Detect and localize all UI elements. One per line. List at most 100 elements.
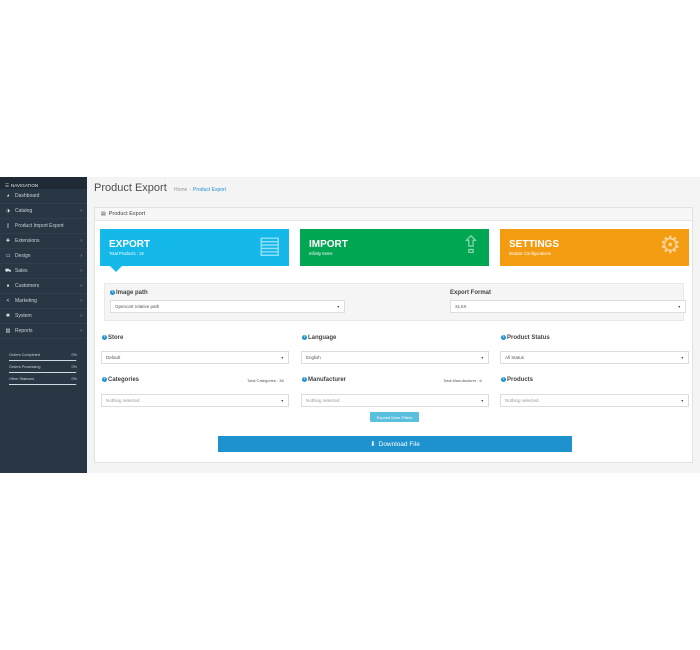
dashboard-icon: ◕: [6, 193, 10, 199]
chevron-right-icon: ›: [80, 313, 82, 319]
product-status-label: ? Product Status: [501, 335, 550, 342]
export-format-select[interactable]: XLSX ▼: [450, 300, 686, 313]
help-icon: ?: [102, 377, 107, 382]
chevron-right-icon: ›: [80, 268, 82, 274]
stat-orders-processing: Orders Processing 0%: [7, 364, 79, 374]
main-content: Product Export Home › Product Export ▤ Pro…: [87, 177, 700, 473]
stat-orders-completed: Orders Completed 0%: [7, 352, 79, 362]
caret-down-icon: ▼: [336, 304, 340, 309]
order-stats: Orders Completed 0% Orders Processing 0%…: [7, 352, 79, 388]
caret-down-icon: ▼: [680, 398, 684, 403]
share-icon: <: [6, 298, 10, 304]
stat-other-statuses: Other Statuses 0%: [7, 376, 79, 386]
nav-heading: NAVIGATION: [11, 182, 39, 188]
store-select[interactable]: Default ▼: [101, 351, 289, 364]
path-format-well: ? Image path Opencart relative path ▼ Expo…: [104, 283, 686, 321]
image-path-label: ? Image path: [110, 290, 148, 297]
app-frame: ☰ NAVIGATION ◕ Dashboard ⬗ Catalog › ▯ P…: [0, 177, 700, 473]
sidebar-item-system[interactable]: ✱ System ›: [0, 309, 87, 324]
download-file-button[interactable]: ⬇ Download File: [218, 436, 572, 452]
help-icon: ?: [302, 377, 307, 382]
sidebar-item-label: Marketing: [15, 298, 37, 304]
categories-select[interactable]: Nothing selected ▼: [101, 394, 289, 407]
document-icon: ▤: [258, 232, 281, 259]
sidebar-item-catalog[interactable]: ⬗ Catalog ›: [0, 204, 87, 219]
export-format-label: Export Format: [450, 290, 492, 296]
help-icon: ?: [501, 377, 506, 382]
categories-label: ? Categories: [102, 377, 140, 384]
sidebar-item-label: Dashboard: [15, 193, 40, 199]
list-icon: ▤: [101, 211, 106, 217]
sidebar: ☰ NAVIGATION ◕ Dashboard ⬗ Catalog › ▯ P…: [0, 177, 87, 473]
progress-fill: [9, 371, 76, 373]
categories-count: Total Categories : 38: [247, 378, 284, 383]
download-icon: ⬇: [370, 441, 376, 448]
product-status-select[interactable]: All Status ▼: [500, 351, 689, 364]
file-icon: ▯: [6, 223, 10, 229]
tile-settings[interactable]: SETTINGS Module Configurations ⚙: [500, 229, 689, 266]
store-label: ? Store: [102, 335, 124, 342]
breadcrumb-separator: ›: [189, 187, 192, 193]
sidebar-item-label: Reports: [15, 328, 33, 334]
chevron-right-icon: ›: [80, 283, 82, 289]
image-path-select[interactable]: Opencart relative path ▼: [110, 300, 345, 313]
cogs-icon: ⚙: [659, 232, 681, 259]
caret-down-icon: ▼: [280, 398, 284, 403]
cog-icon: ✱: [5, 313, 11, 319]
sidebar-item-label: Design: [15, 253, 31, 259]
manufacturer-select[interactable]: Nothing selected ▼: [301, 394, 489, 407]
caret-down-icon: ▼: [677, 304, 681, 309]
tile-title: EXPORT: [109, 239, 151, 250]
breadcrumb-home[interactable]: Home: [174, 187, 187, 193]
chevron-right-icon: ›: [80, 328, 82, 334]
sidebar-item-dashboard[interactable]: ◕ Dashboard: [0, 189, 87, 204]
sidebar-item-customers[interactable]: ● Customers ›: [0, 279, 87, 294]
manufacturer-count: Total Manufacturer : 6: [443, 378, 482, 383]
progress-bar: [9, 371, 77, 373]
chevron-right-icon: ›: [80, 208, 82, 214]
sidebar-item-label: System: [15, 313, 32, 319]
help-icon: ?: [102, 335, 107, 340]
tile-import[interactable]: IMPORT Infinity Items ⇪: [300, 229, 489, 266]
upload-icon: ⇪: [460, 232, 481, 259]
sidebar-item-label: Extensions: [15, 238, 40, 244]
sidebar-item-label: Product Import Export: [15, 223, 64, 229]
tile-title: IMPORT: [309, 239, 348, 250]
monitor-icon: ▭: [5, 253, 11, 259]
sidebar-item-label: Customers: [15, 283, 40, 289]
caret-down-icon: ▼: [280, 355, 284, 360]
progress-bar: [9, 383, 77, 385]
language-select[interactable]: English ▼: [301, 351, 489, 364]
help-icon: ?: [110, 290, 115, 295]
chevron-right-icon: ›: [80, 298, 82, 304]
page-title: Product Export: [94, 182, 167, 194]
caret-down-icon: ▼: [480, 398, 484, 403]
panel-heading: ▤ Product Export: [95, 208, 692, 221]
progress-fill: [9, 383, 76, 385]
nav-header: ☰ NAVIGATION: [0, 177, 87, 189]
language-label: ? Language: [302, 335, 337, 342]
tag-icon: ⬗: [6, 208, 10, 214]
products-label: ? Products: [501, 377, 534, 384]
sidebar-item-design[interactable]: ▭ Design ›: [0, 249, 87, 264]
sidebar-item-label: Catalog: [15, 208, 33, 214]
sidebar-item-extensions[interactable]: ✚ Extensions ›: [0, 234, 87, 249]
breadcrumb-current[interactable]: Product Export: [193, 187, 226, 193]
sidebar-item-product-import-export[interactable]: ▯ Product Import Export: [0, 219, 87, 234]
tile-export[interactable]: EXPORT Total Products : 19 ▤: [100, 229, 289, 272]
breadcrumb: Home › Product Export: [174, 187, 226, 193]
sidebar-item-reports[interactable]: ▥ Reports ›: [0, 324, 87, 339]
sidebar-item-label: Sales: [15, 268, 28, 274]
user-icon: ●: [6, 283, 10, 289]
puzzle-icon: ✚: [5, 238, 11, 244]
expand-filters-button[interactable]: Expand More Filters: [370, 412, 419, 422]
tile-subtitle: Infinity Items: [309, 251, 333, 256]
sidebar-item-sales[interactable]: ⛟ Sales ›: [0, 264, 87, 279]
products-select[interactable]: Nothing selected ▼: [500, 394, 689, 407]
sidebar-item-marketing[interactable]: < Marketing ›: [0, 294, 87, 309]
cart-icon: ⛟: [5, 267, 12, 274]
help-icon: ?: [501, 335, 506, 340]
tile-subtitle: Total Products : 19: [109, 251, 144, 256]
caret-down-icon: ▼: [680, 355, 684, 360]
chevron-right-icon: ›: [80, 238, 82, 244]
